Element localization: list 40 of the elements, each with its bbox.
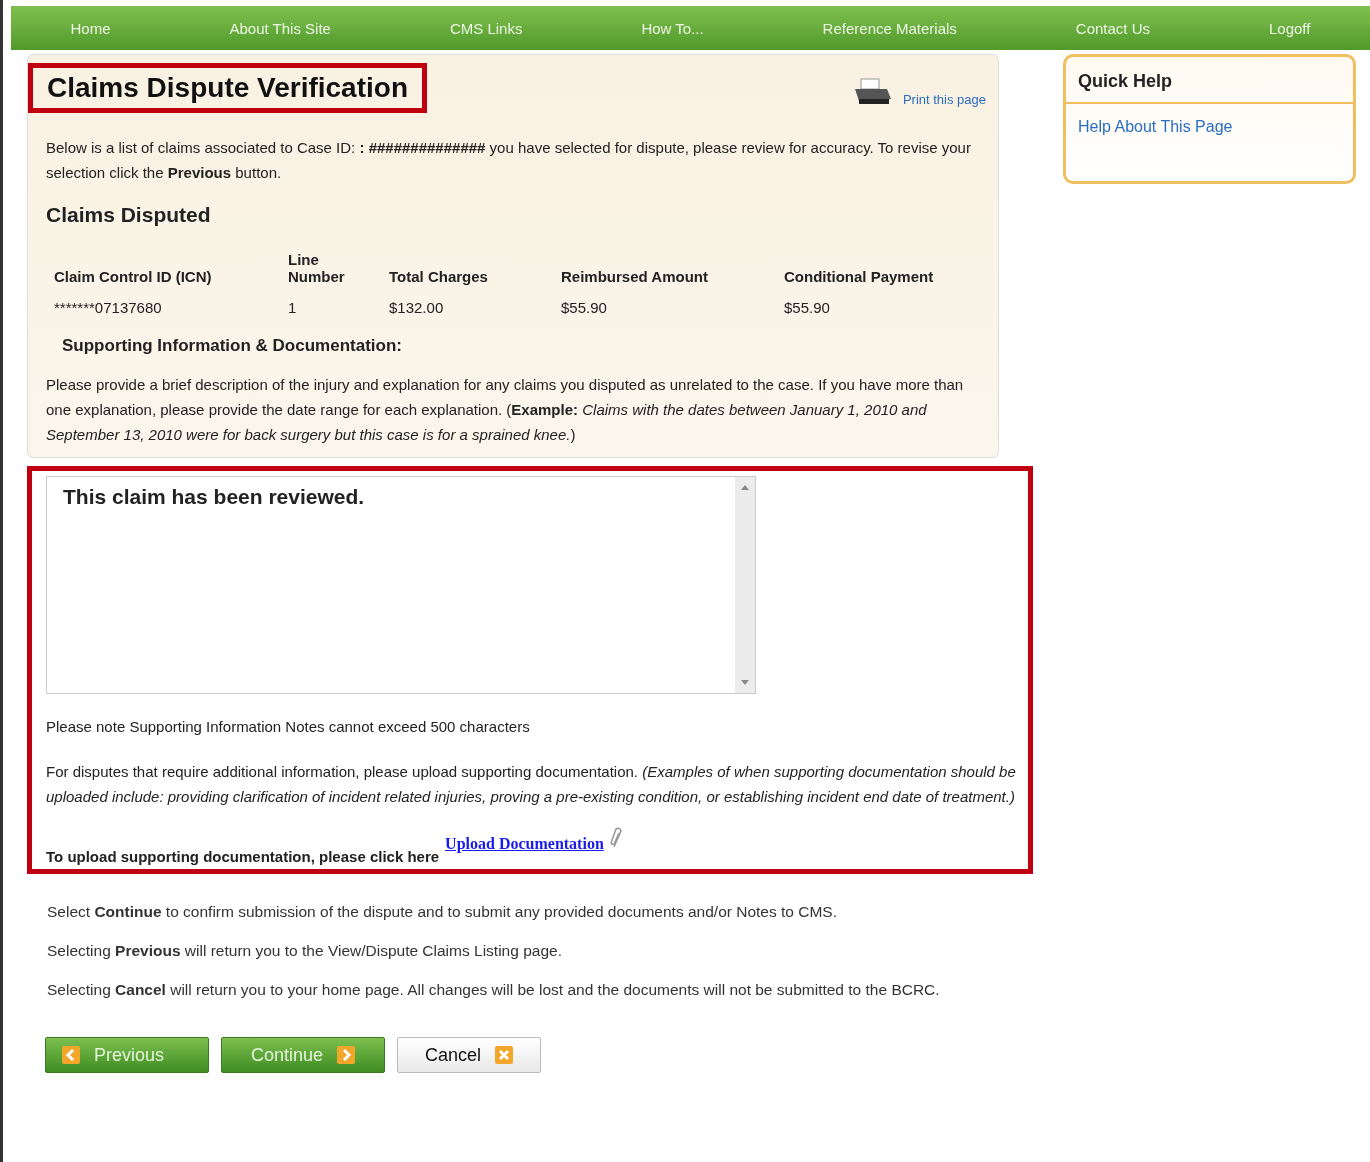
instruction-text: Selecting Previous will return you to the View/Dispute Claims Listing page.: [47, 941, 563, 961]
nav-link[interactable]: Contact Us: [1075, 19, 1150, 37]
help-link[interactable]: Help About This Page: [1066, 104, 1353, 150]
print-link[interactable]: Print this page: [902, 92, 986, 107]
column-header: Claim Control ID (ICN): [53, 267, 213, 287]
upload-info-text: For disputes that require additional information, please upload supporting documentation. (Examples of when supporting documentation should be uploaded include: providing clarification of incident related injuries, proving a pre-existing condition, or establishing incident end date of treatment.): [46, 762, 1017, 807]
instruction-text: Please provide a brief description of the injury and explanation for any claims you disputed as unrelated to the case. If you have more than one explanation, please provide the date range for each explanation. (Example: Claims with the dates between January 1, 2010 and September 13, 2010 were for back surgery but this case is for a sprained knee.): [45, 375, 965, 445]
nav-link[interactable]: Logoff: [1269, 19, 1311, 37]
instruction-text: Selecting Cancel will return you to your home page. All changes will be lost and the documents will not be submitted to the BCRC.: [47, 980, 941, 1000]
scroll-up-icon[interactable]: [741, 485, 749, 490]
column-header: Total Charges: [388, 267, 489, 287]
upload-link[interactable]: Upload Documentation: [445, 835, 604, 853]
note-text: Please note Supporting Information Notes cannot exceed 500 characters: [46, 717, 531, 737]
page-title: Claims Dispute Verification: [28, 63, 427, 113]
table-cell-text: $132.00: [388, 298, 445, 318]
section-title: Claims Disputed: [46, 203, 212, 227]
cancel-button[interactable]: Cancel: [397, 1037, 541, 1073]
instruction-text: Select Continue to confirm submission of the dispute and to submit any provided documents and/or Notes to CMS.: [47, 902, 838, 922]
nav-link[interactable]: How To...: [641, 19, 704, 37]
scroll-down-icon[interactable]: [741, 680, 749, 685]
upload-prompt: To upload supporting documentation, please click here: [46, 848, 440, 865]
nav-link[interactable]: About This Site: [229, 19, 331, 37]
column-header: Conditional Payment: [783, 267, 935, 287]
table-cell-text: *******07137680: [53, 298, 163, 318]
intro-text: Below is a list of claims associated to Case ID: : ############## you have selected for dispute, please review for accuracy. To revise your selection click the Previous button.: [45, 138, 972, 183]
nav-link[interactable]: Home: [70, 19, 111, 37]
continue-button[interactable]: Continue: [221, 1037, 385, 1073]
close-icon: [495, 1046, 513, 1064]
previous-button[interactable]: Previous: [45, 1037, 209, 1073]
table-cell-text: 1: [287, 298, 298, 318]
notes-field[interactable]: This claim has been reviewed.: [46, 476, 756, 694]
nav-link[interactable]: Reference Materials: [822, 19, 957, 37]
column-header: Line Number: [287, 250, 346, 287]
table-cell-text: $55.90: [783, 298, 831, 318]
nav-link[interactable]: CMS Links: [449, 19, 523, 37]
panel-title: Quick Help: [1066, 57, 1353, 104]
table-cell-text: $55.90: [560, 298, 608, 318]
printer-icon[interactable]: [852, 77, 893, 107]
column-header: Reimbursed Amount: [560, 267, 709, 287]
section-subtitle: Supporting Information & Documentation:: [62, 336, 403, 356]
